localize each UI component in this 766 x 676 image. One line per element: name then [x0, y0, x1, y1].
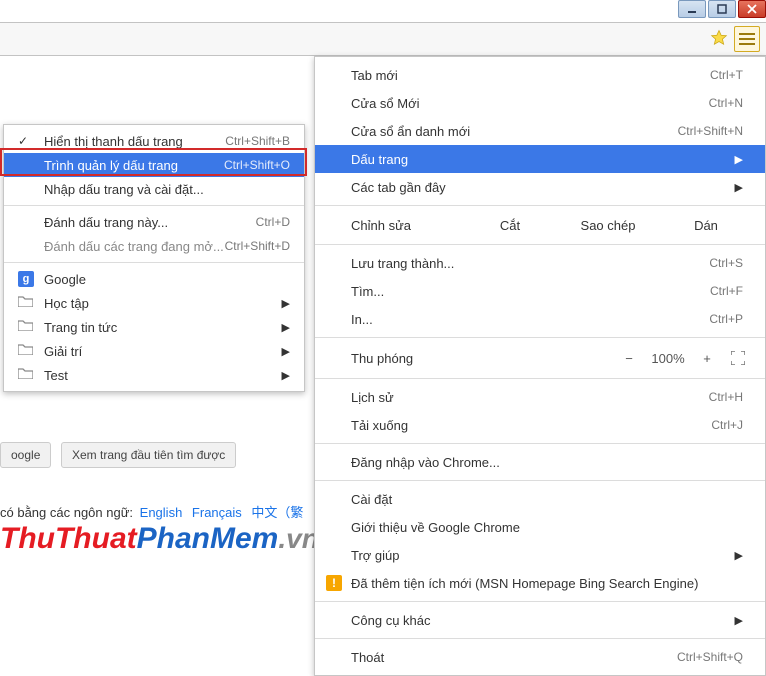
- window-minimize-button[interactable]: [678, 0, 706, 18]
- menu-settings[interactable]: Cài đặt: [315, 485, 765, 513]
- chevron-right-icon: ▶: [735, 549, 743, 562]
- menu-history[interactable]: Lịch sửCtrl+H: [315, 383, 765, 411]
- lang-text: có bằng các ngôn ngữ:: [0, 505, 133, 520]
- chevron-right-icon: ▶: [735, 614, 743, 627]
- lang-link-francais[interactable]: Français: [192, 505, 242, 520]
- bookmarks-submenu: ✓ Hiển thị thanh dấu trangCtrl+Shift+B T…: [3, 124, 305, 392]
- folder-icon: [18, 367, 34, 383]
- menu-copy[interactable]: Sao chép: [559, 213, 657, 238]
- chevron-right-icon: ▶: [282, 369, 290, 382]
- zoom-out-button[interactable]: −: [615, 351, 643, 366]
- chrome-main-menu: Tab mớiCtrl+T Cửa sổ MớiCtrl+N Cửa sổ ẩn…: [314, 56, 766, 676]
- menu-separator: [315, 337, 765, 338]
- menu-downloads[interactable]: Tải xuốngCtrl+J: [315, 411, 765, 439]
- lang-link-english[interactable]: English: [140, 505, 183, 520]
- menu-paste[interactable]: Dán: [657, 213, 755, 238]
- fullscreen-button[interactable]: [721, 351, 755, 365]
- menu-separator: [315, 480, 765, 481]
- chevron-right-icon: ▶: [282, 321, 290, 334]
- zoom-in-button[interactable]: +: [693, 351, 721, 366]
- menu-new-tab[interactable]: Tab mớiCtrl+T: [315, 61, 765, 89]
- window-close-button[interactable]: [738, 0, 766, 18]
- submenu-folder-entertainment[interactable]: Giải trí▶: [4, 339, 304, 363]
- menu-separator: [315, 638, 765, 639]
- menu-help[interactable]: Trợ giúp▶: [315, 541, 765, 569]
- chevron-right-icon: ▶: [282, 297, 290, 310]
- folder-icon: [18, 319, 34, 335]
- main-menu-button[interactable]: [734, 26, 760, 52]
- menu-edit-label: Chỉnh sửa: [351, 218, 461, 233]
- folder-icon: [18, 295, 34, 311]
- zoom-value: 100%: [643, 351, 693, 366]
- menu-zoom-row: Thu phóng − 100% +: [315, 342, 765, 374]
- menu-separator: [315, 244, 765, 245]
- submenu-folder-test[interactable]: Test▶: [4, 363, 304, 387]
- menu-edit-row: Chỉnh sửa Cắt Sao chép Dán: [315, 210, 765, 240]
- menu-new-extension[interactable]: ! Đã thêm tiện ích mới (MSN Homepage Bin…: [315, 569, 765, 597]
- fullscreen-icon: [731, 351, 745, 365]
- menu-tools[interactable]: Công cụ khác▶: [315, 606, 765, 634]
- submenu-show-bookmark-bar[interactable]: ✓ Hiển thị thanh dấu trangCtrl+Shift+B: [4, 129, 304, 153]
- submenu-import[interactable]: Nhập dấu trang và cài đặt...: [4, 177, 304, 201]
- menu-incognito[interactable]: Cửa sổ ẩn danh mớiCtrl+Shift+N: [315, 117, 765, 145]
- chevron-right-icon: ▶: [735, 181, 743, 194]
- window-title-controls: [678, 0, 766, 20]
- menu-new-window[interactable]: Cửa sổ MớiCtrl+N: [315, 89, 765, 117]
- menu-separator: [4, 262, 304, 263]
- menu-cut[interactable]: Cắt: [461, 213, 559, 238]
- watermark-brand: ThuThuatPhanMem.vn: [0, 522, 319, 556]
- menu-signin[interactable]: Đăng nhập vào Chrome...: [315, 448, 765, 476]
- submenu-folder-news[interactable]: Trang tin tức▶: [4, 315, 304, 339]
- menu-separator: [315, 601, 765, 602]
- warning-icon: !: [325, 574, 343, 592]
- chevron-right-icon: ▶: [735, 153, 743, 166]
- menu-save-page[interactable]: Lưu trang thành...Ctrl+S: [315, 249, 765, 277]
- folder-icon: [18, 343, 34, 359]
- page-button-first-result[interactable]: Xem trang đầu tiên tìm được: [61, 442, 236, 468]
- menu-zoom-label: Thu phóng: [351, 351, 511, 366]
- submenu-google[interactable]: g Google: [4, 267, 304, 291]
- submenu-bookmark-open-tabs[interactable]: Đánh dấu các trang đang mở...Ctrl+Shift+…: [4, 234, 304, 258]
- window-maximize-button[interactable]: [708, 0, 736, 18]
- menu-separator: [315, 205, 765, 206]
- menu-about[interactable]: Giới thiệu về Google Chrome: [315, 513, 765, 541]
- menu-separator: [315, 443, 765, 444]
- menu-recent-tabs[interactable]: Các tab gần đây▶: [315, 173, 765, 201]
- bookmark-star-icon[interactable]: [710, 29, 728, 50]
- menu-exit[interactable]: ThoátCtrl+Shift+Q: [315, 643, 765, 671]
- menu-print[interactable]: In...Ctrl+P: [315, 305, 765, 333]
- submenu-bookmark-this[interactable]: Đánh dấu trang này...Ctrl+D: [4, 210, 304, 234]
- submenu-bookmark-manager[interactable]: Trình quản lý dấu trangCtrl+Shift+O: [4, 153, 304, 177]
- menu-bookmarks[interactable]: Dấu trang▶: [315, 145, 765, 173]
- checkmark-icon: ✓: [18, 134, 28, 148]
- menu-separator: [4, 205, 304, 206]
- browser-toolbar: [0, 22, 766, 56]
- menu-find[interactable]: Tìm...Ctrl+F: [315, 277, 765, 305]
- lang-link-chinese[interactable]: 中文（繁: [251, 505, 303, 520]
- chevron-right-icon: ▶: [282, 345, 290, 358]
- menu-separator: [315, 378, 765, 379]
- page-button-partial[interactable]: oogle: [0, 442, 51, 468]
- submenu-folder-study[interactable]: Học tập▶: [4, 291, 304, 315]
- google-icon: g: [18, 271, 34, 287]
